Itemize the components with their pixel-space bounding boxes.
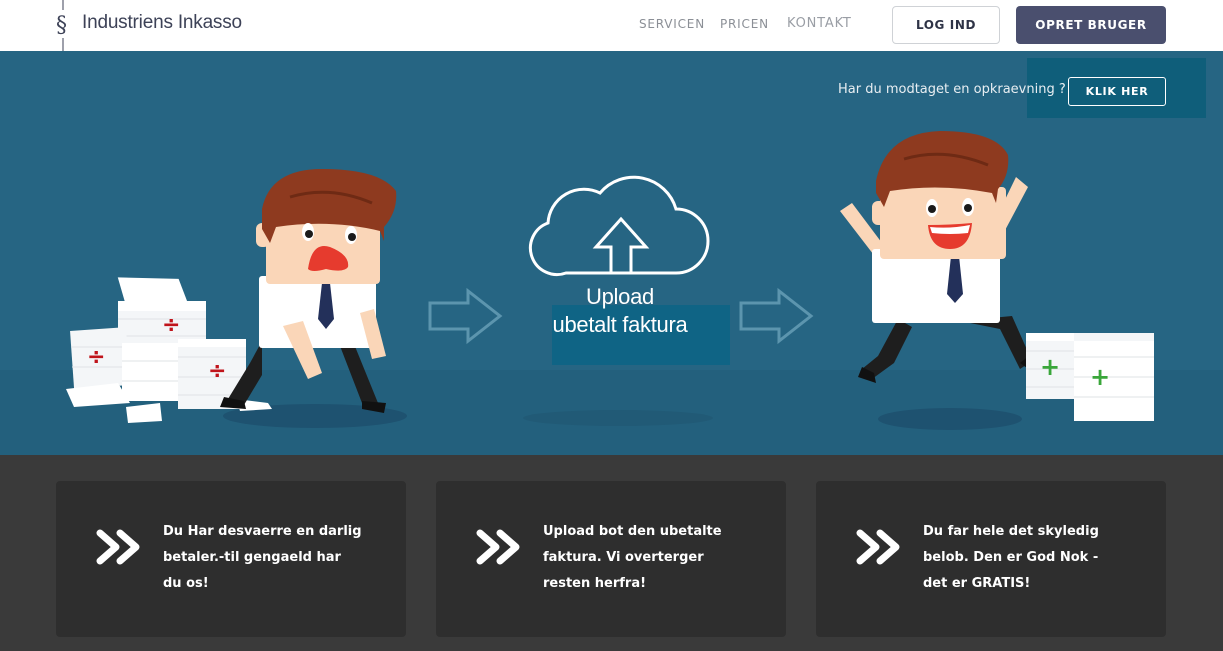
- divide-sign-icon: ÷: [87, 345, 105, 370]
- divide-sign-icon: ÷: [208, 359, 226, 384]
- section-sign-icon: §: [56, 0, 67, 51]
- arrow-right-icon: [428, 287, 503, 345]
- feature-card: Du far hele det skyledig belob. Den er G…: [816, 481, 1166, 637]
- happy-man-shadow: [878, 408, 1022, 430]
- login-button[interactable]: LOG IND: [892, 6, 1000, 44]
- logo-text: Industriens Inkasso: [82, 12, 242, 33]
- happy-businessman: [840, 131, 1040, 383]
- paid-invoice-stacks: + +: [1026, 333, 1154, 421]
- sad-businessman: [220, 169, 397, 413]
- nav-pricen[interactable]: PRICEN: [720, 17, 769, 31]
- features-section: Du Har desvaerre en darlig betaler.-til …: [0, 455, 1223, 651]
- nav-servicen[interactable]: SERVICEN: [639, 17, 705, 31]
- upload-cta-text[interactable]: Upload ubetalt faktura: [520, 283, 720, 339]
- site-header: § Industriens Inkasso SERVICEN PRICEN KO…: [0, 0, 1223, 51]
- feature-text: Du far hele det skyledig belob. Den er G…: [923, 524, 1099, 591]
- cloud-upload-icon: [528, 175, 710, 277]
- svg-text:§: §: [56, 13, 67, 38]
- plus-sign-icon: +: [1040, 353, 1060, 381]
- hero-illustration: ÷ ÷ ÷ + +: [66, 131, 1154, 430]
- double-chevron-right-icon: [476, 529, 520, 565]
- double-chevron-right-icon: [856, 529, 900, 565]
- feature-card: Upload bot den ubetalte faktura. Vi over…: [436, 481, 786, 637]
- divide-sign-icon: ÷: [162, 313, 180, 338]
- upload-shadow: [523, 410, 713, 426]
- upload-text-line1: Upload: [586, 284, 654, 309]
- plus-sign-icon: +: [1090, 363, 1110, 391]
- signup-button[interactable]: OPRET BRUGER: [1016, 6, 1166, 44]
- feature-text: Du Har desvaerre en darlig betaler.-til …: [163, 524, 362, 591]
- arrow-right-icon: [739, 287, 814, 345]
- hero-banner: Har du modtaget en opkraevning ? KLIK HE…: [0, 51, 1223, 455]
- feature-text: Upload bot den ubetalte faktura. Vi over…: [543, 524, 722, 591]
- feature-card: Du Har desvaerre en darlig betaler.-til …: [56, 481, 406, 637]
- double-chevron-right-icon: [96, 529, 140, 565]
- nav-kontakt[interactable]: KONTAKT: [787, 16, 852, 31]
- upload-text-line2: ubetalt faktura: [552, 312, 688, 337]
